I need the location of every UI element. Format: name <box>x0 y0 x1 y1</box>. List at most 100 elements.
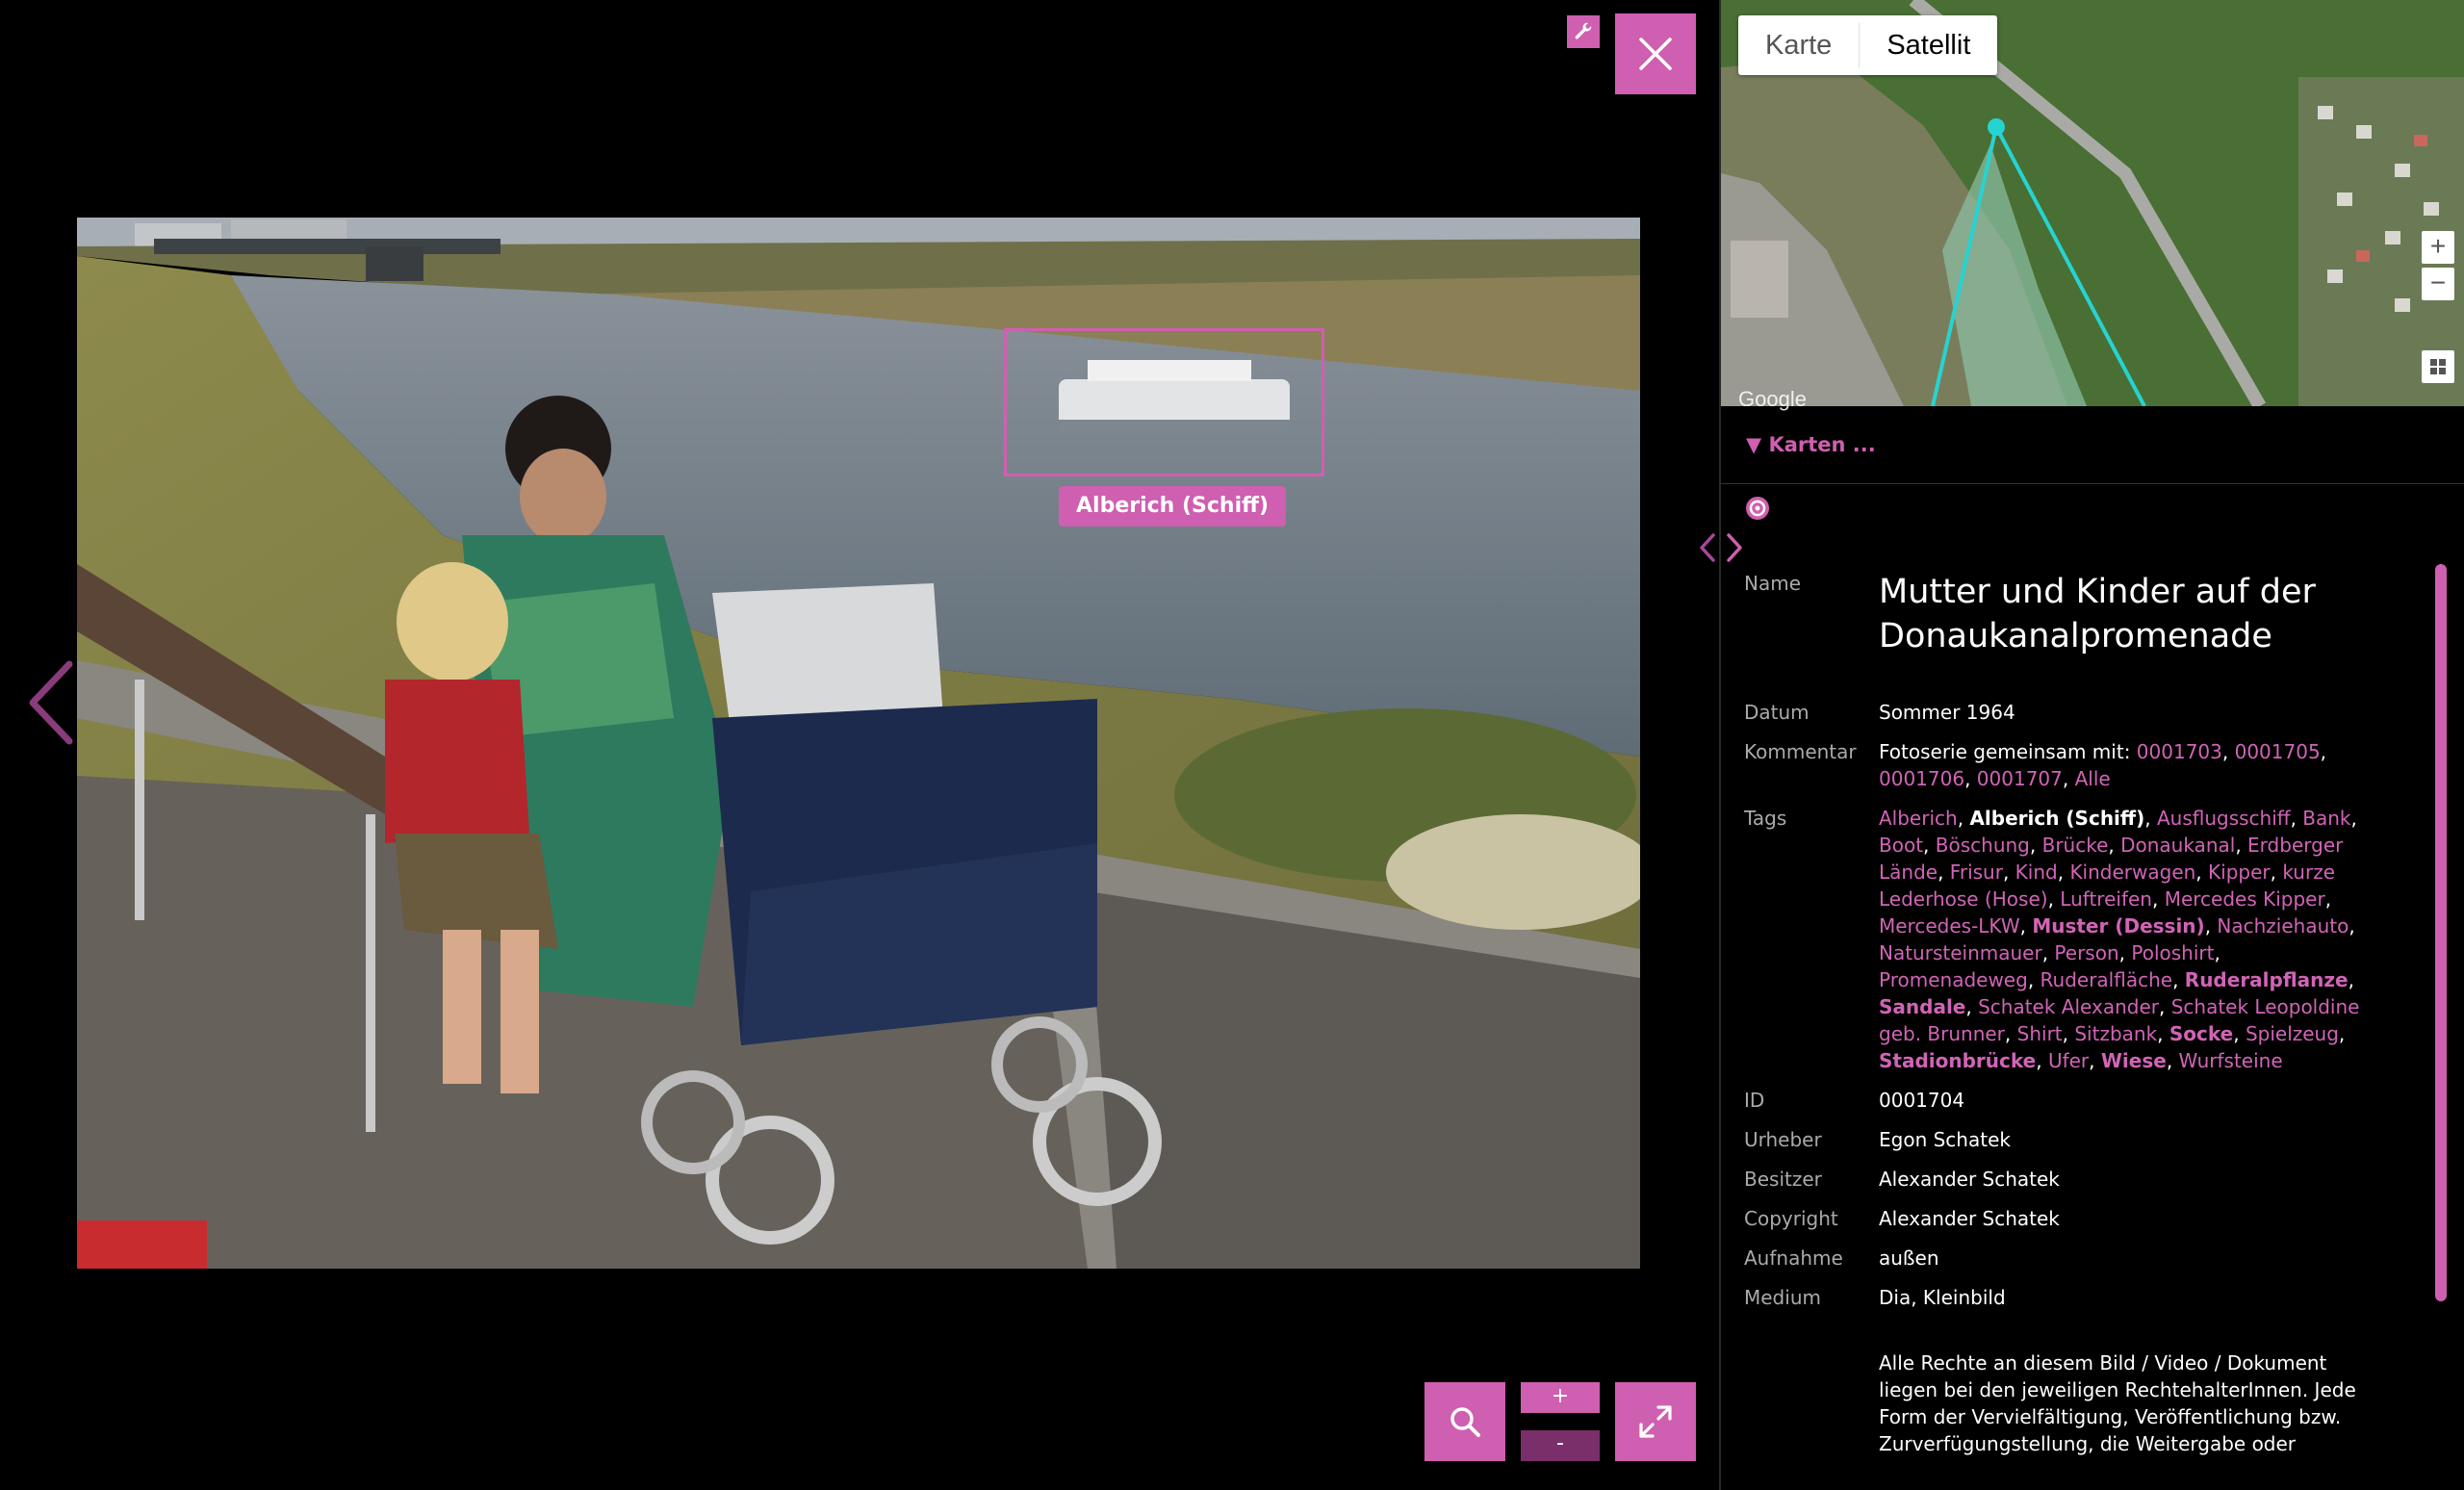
row-tags: Tags Alberich, Alberich (Schiff), Ausflu… <box>1744 805 2370 1074</box>
tag-link[interactable]: Stadionbrücke <box>1879 1049 2036 1072</box>
details-scrollbar[interactable] <box>2435 564 2447 1301</box>
tag-link[interactable]: Sitzbank <box>2074 1022 2157 1045</box>
tag-link[interactable]: Mercedes-LKW <box>1879 914 2020 938</box>
comma-separator: , <box>2348 914 2355 938</box>
tag-link[interactable]: Ruderalfläche <box>2040 968 2173 991</box>
photo-tag-region[interactable] <box>1004 328 1324 476</box>
tag-link[interactable]: Schatek Alexander <box>1978 995 2159 1018</box>
tag-link[interactable]: Luftreifen <box>2060 887 2152 911</box>
target-icon[interactable] <box>1744 495 1771 522</box>
tag-link[interactable]: Natursteinmauer <box>1879 941 2042 964</box>
tag-link[interactable]: Ausflugsschiff <box>2157 807 2291 830</box>
tag-link[interactable]: Socke <box>2169 1022 2233 1045</box>
comma-separator: , <box>2004 1022 2017 1045</box>
zoom-out-button[interactable]: - <box>1521 1430 1600 1461</box>
main-photo[interactable] <box>77 218 1640 1269</box>
section-divider <box>1721 483 2464 484</box>
tag-link[interactable]: Mercedes Kipper <box>2165 887 2325 911</box>
kommentar-link[interactable]: 0001706 <box>1879 767 1964 790</box>
tag-link[interactable]: Brücke <box>2042 834 2109 857</box>
tag-link[interactable]: Sandale <box>1879 995 1965 1018</box>
map-tab-karte[interactable]: Karte <box>1738 15 1859 75</box>
tag-link[interactable]: Ufer <box>2048 1049 2089 1072</box>
comma-separator: , <box>2235 834 2248 857</box>
tag-link[interactable]: Kipper <box>2208 861 2271 884</box>
tag-link[interactable]: Spielzeug <box>2246 1022 2339 1045</box>
comma-separator: , <box>2108 834 2121 857</box>
search-button[interactable] <box>1424 1382 1505 1461</box>
tag-link[interactable]: Alberich <box>1879 807 1958 830</box>
label-aufnahme: Aufnahme <box>1744 1246 1843 1270</box>
map-tab-satellit[interactable]: Satellit <box>1860 15 1997 75</box>
tag-link[interactable]: Nachziehauto <box>2217 914 2348 938</box>
tag-link[interactable]: Wiese <box>2101 1049 2167 1072</box>
close-button[interactable] <box>1615 13 1696 94</box>
tag-link[interactable]: Boot <box>1879 834 1923 857</box>
karten-toggle[interactable]: ▼ Karten ... <box>1746 433 1876 456</box>
tag-link[interactable]: Wurfsteine <box>2179 1049 2283 1072</box>
map-zoom-in-button[interactable]: + <box>2422 231 2454 264</box>
close-icon <box>1639 38 1672 70</box>
row-rights: Alle Rechte an diesem Bild / Video / Dok… <box>1744 1349 2370 1457</box>
row-datum: Datum Sommer 1964 <box>1744 699 2370 726</box>
image-title: Mutter und Kinder auf der Donaukanalprom… <box>1879 573 2316 655</box>
tag-link[interactable]: Ruderalpflanze <box>2185 968 2348 991</box>
comma-separator: , <box>2348 968 2354 991</box>
map-type-switch[interactable]: Karte Satellit <box>1738 15 1998 75</box>
comma-separator: , <box>2062 1022 2075 1045</box>
tag-link[interactable]: Muster (Dessin) <box>2032 914 2204 938</box>
panel-collapse-arrows-icon[interactable] <box>1694 531 1748 564</box>
kommentar-prefix: Fotoserie gemeinsam mit: <box>1879 740 2137 763</box>
kommentar-link[interactable]: 0001703 <box>2137 740 2222 763</box>
tag-link[interactable]: Person <box>2054 941 2118 964</box>
settings-wrench-button[interactable] <box>1567 15 1600 48</box>
comma-separator: , <box>2047 887 2061 911</box>
photo-tag-label[interactable]: Alberich (Schiff) <box>1059 486 1287 527</box>
map-zoom-out-button[interactable]: − <box>2422 268 2454 300</box>
comma-separator: , <box>2290 807 2303 830</box>
wrench-icon <box>1575 22 1592 39</box>
comma-separator: , <box>2320 740 2327 763</box>
tag-link[interactable]: Donaukanal <box>2120 834 2235 857</box>
label-kommentar: Kommentar <box>1744 740 1857 763</box>
comma-separator: , <box>2158 995 2171 1018</box>
comma-separator: , <box>2324 887 2332 911</box>
comma-separator: , <box>2057 861 2070 884</box>
row-urheber: Urheber Egon Schatek <box>1744 1126 2370 1153</box>
tag-link[interactable]: Böschung <box>1936 834 2030 857</box>
comma-separator: , <box>2151 887 2165 911</box>
kommentar-link[interactable]: 0001705 <box>2235 740 2321 763</box>
value-copyright: Alexander Schatek <box>1879 1207 2060 1230</box>
kommentar-link[interactable]: 0001707 <box>1977 767 2063 790</box>
value-kommentar: Fotoserie gemeinsam mit: 0001703, 000170… <box>1879 738 2370 792</box>
comma-separator: , <box>2002 861 2015 884</box>
tag-link[interactable]: Alberich (Schiff) <box>1969 807 2144 830</box>
kommentar-link[interactable]: Alle <box>2075 767 2111 790</box>
tag-link[interactable]: Kinderwagen <box>2069 861 2195 884</box>
tag-link[interactable]: Poloshirt <box>2131 941 2214 964</box>
tag-link[interactable]: Promenadeweg <box>1879 968 2028 991</box>
comma-separator: , <box>1964 767 1977 790</box>
comma-separator: , <box>2062 767 2075 790</box>
value-id: 0001704 <box>1879 1089 1965 1112</box>
tag-link[interactable]: Kind <box>2015 861 2058 884</box>
label-urheber: Urheber <box>1744 1128 1822 1151</box>
value-besitzer: Alexander Schatek <box>1879 1168 2060 1191</box>
tag-link[interactable]: Frisur <box>1950 861 2003 884</box>
tag-link[interactable]: Shirt <box>2017 1022 2063 1045</box>
row-name: Name Mutter und Kinder auf der Donaukana… <box>1744 570 2370 658</box>
comma-separator: , <box>2204 914 2218 938</box>
comma-separator: , <box>2270 861 2283 884</box>
map-layers-button[interactable] <box>2422 350 2454 383</box>
row-besitzer: Besitzer Alexander Schatek <box>1744 1166 2370 1193</box>
previous-image-arrow-icon[interactable] <box>23 655 81 751</box>
zoom-in-button[interactable]: + <box>1521 1382 1600 1413</box>
metadata-table: Name Mutter und Kinder auf der Donaukana… <box>1744 570 2370 1457</box>
label-tags: Tags <box>1744 807 1787 830</box>
grid-icon <box>2430 359 2446 374</box>
value-aufnahme: außen <box>1879 1246 1939 1270</box>
fullscreen-button[interactable] <box>1615 1382 1696 1461</box>
row-aufnahme: Aufnahme außen <box>1744 1245 2370 1272</box>
tag-link[interactable]: Bank <box>2302 807 2350 830</box>
comma-separator: , <box>2029 834 2042 857</box>
